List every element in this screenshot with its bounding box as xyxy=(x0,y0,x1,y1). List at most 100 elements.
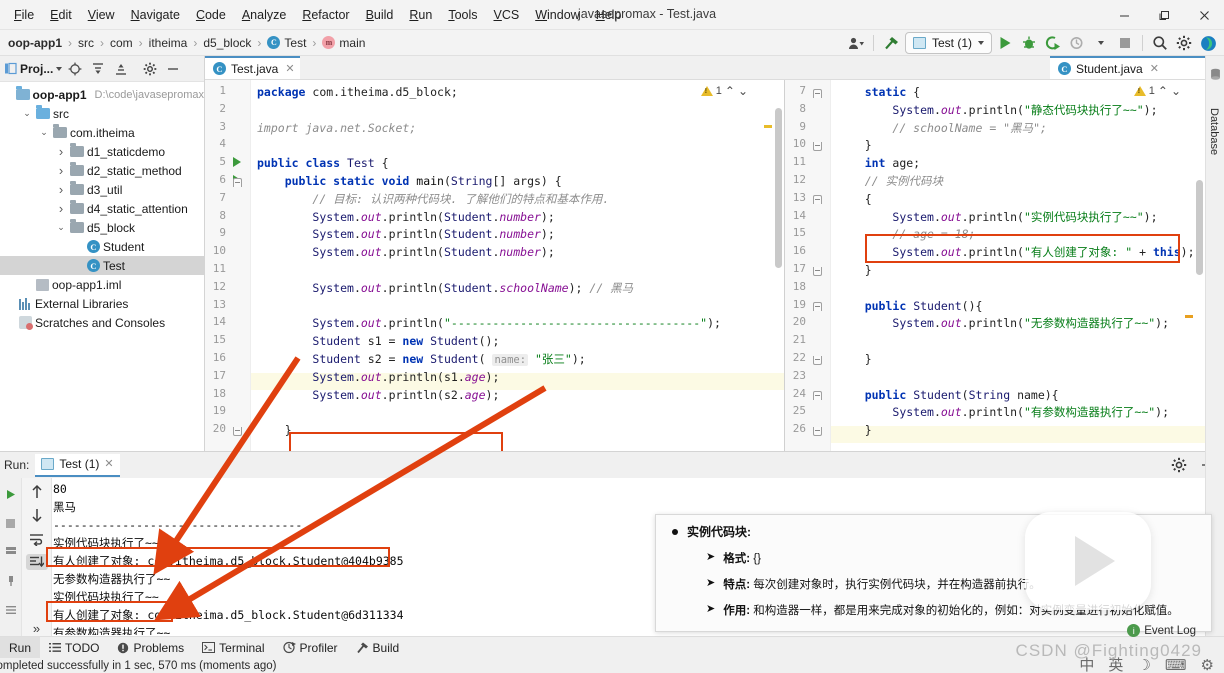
expand-all-icon[interactable] xyxy=(88,59,108,79)
inspection-widget-right[interactable]: 1 ⌃ ⌄ xyxy=(1133,84,1181,98)
close-button[interactable] xyxy=(1184,0,1224,30)
menu-item-vcs[interactable]: VCS xyxy=(486,4,528,26)
next-problem-icon[interactable]: ⌄ xyxy=(738,84,748,98)
chevron-right-icon[interactable]: › xyxy=(55,201,67,216)
run-gutter-icon[interactable] xyxy=(231,155,243,169)
tree-node-oop-app1-iml[interactable]: oop-app1.iml xyxy=(0,275,204,294)
bottom-tab-run[interactable]: Run xyxy=(0,636,41,659)
tree-node-student[interactable]: C Student xyxy=(0,237,204,256)
code-content-left[interactable]: package com.itheima.d5_block; import jav… xyxy=(257,84,721,440)
next-problem-icon-right[interactable]: ⌄ xyxy=(1171,84,1181,98)
gutter-right[interactable]: 7 8 9 10 11 12 13 14 15 16 17 18 19 20 21 22 23 24 25 26 xyxy=(785,80,831,451)
ime-item[interactable]: ⚙ xyxy=(1201,656,1214,673)
code-content-right[interactable]: static { System.out.println("静态代码块执行了~~"… xyxy=(837,84,1195,440)
ide-assistant-icon[interactable] xyxy=(1197,32,1220,54)
maximize-button[interactable] xyxy=(1144,0,1184,30)
menu-item-code[interactable]: Code xyxy=(188,4,234,26)
code-fold-icon[interactable] xyxy=(231,175,243,189)
menu-item-run[interactable]: Run xyxy=(401,4,440,26)
tree-node-external-libraries[interactable]: External Libraries xyxy=(0,294,204,313)
tree-node-d5-block[interactable]: ⌄ d5_block xyxy=(0,218,204,237)
console-settings-icon[interactable] xyxy=(0,600,22,620)
menu-item-navigate[interactable]: Navigate xyxy=(123,4,188,26)
chevron-right-icon[interactable]: › xyxy=(55,144,67,159)
tree-node-oop-app1[interactable]: oop-app1 D:\code\javasepromax xyxy=(0,85,204,104)
run-panel-gear-icon[interactable] xyxy=(1168,454,1190,476)
editor-pane-test-java[interactable]: 1 2 3 4 5 6 7 8 9 10 11 12 13 14 15 16 17 18 19 20 package … xyxy=(205,80,785,451)
chevron-right-icon[interactable]: › xyxy=(55,163,67,178)
chevron-down-icon[interactable]: ⌄ xyxy=(55,222,67,233)
run-configuration-selector[interactable]: Test (1) xyxy=(904,32,992,54)
code-fold-icon[interactable] xyxy=(811,86,823,100)
hide-panel-icon[interactable] xyxy=(163,59,183,79)
run-tab-test[interactable]: Test (1) ✕ xyxy=(35,453,120,477)
code-fold-icon[interactable] xyxy=(811,193,823,207)
video-play-overlay[interactable] xyxy=(1025,512,1151,610)
breadcrumb-item-test[interactable]: C Test xyxy=(263,34,310,52)
profile-dropdown-chevron-icon[interactable] xyxy=(1090,32,1112,54)
locate-icon[interactable] xyxy=(65,59,85,79)
menu-item-tools[interactable]: Tools xyxy=(440,4,485,26)
code-fold-icon[interactable] xyxy=(811,264,823,278)
down-arrow-icon[interactable] xyxy=(26,507,48,523)
tree-node-d4-static-attention[interactable]: › d4_static_attention xyxy=(0,199,204,218)
code-fold-icon[interactable] xyxy=(811,353,823,367)
breadcrumb-item-main[interactable]: m main xyxy=(318,34,369,52)
pin-icon[interactable] xyxy=(0,571,22,591)
bottom-tab-profiler[interactable]: Profiler xyxy=(274,637,347,659)
bottom-tab-problems[interactable]: Problems xyxy=(108,637,193,659)
editor-scrollbar-right[interactable] xyxy=(1196,180,1203,275)
code-fold-icon[interactable] xyxy=(811,139,823,153)
code-fold-icon[interactable] xyxy=(231,424,243,438)
tree-node-src[interactable]: ⌄ src xyxy=(0,104,204,123)
chevron-down-icon[interactable]: ⌄ xyxy=(38,127,50,138)
editor-pane-student-java[interactable]: 7 8 9 10 11 12 13 14 15 16 17 18 19 20 21 22 23 24 25 26 st… xyxy=(785,80,1205,451)
sidebar-item-database[interactable]: Database xyxy=(1208,108,1220,155)
breadcrumb-item-oop-app1[interactable]: oop-app1 xyxy=(4,34,66,52)
run-button[interactable] xyxy=(994,32,1016,54)
expand-more-icon[interactable]: » xyxy=(26,621,48,637)
chevron-right-icon[interactable]: › xyxy=(55,182,67,197)
bottom-tab-build[interactable]: Build xyxy=(347,637,409,659)
breadcrumb-item-itheima[interactable]: itheima xyxy=(145,34,192,52)
scroll-to-end-icon[interactable] xyxy=(25,553,48,570)
close-icon[interactable]: ✕ xyxy=(285,62,294,75)
warning-stripe-mark-right[interactable] xyxy=(1185,315,1193,318)
stop-button[interactable] xyxy=(1114,32,1136,54)
editor-tab-student-java[interactable]: C Student.java ✕ xyxy=(1050,56,1205,79)
bottom-tab-terminal[interactable]: Terminal xyxy=(193,637,273,659)
editor-tab-test-java[interactable]: C Test.java ✕ xyxy=(205,56,300,79)
collapse-all-icon[interactable] xyxy=(111,59,131,79)
menu-item-build[interactable]: Build xyxy=(358,4,402,26)
profile-icon[interactable] xyxy=(1066,32,1088,54)
rerun-icon[interactable] xyxy=(0,484,22,504)
event-log-button[interactable]: i Event Log xyxy=(1127,624,1196,637)
prev-problem-icon-right[interactable]: ⌃ xyxy=(1158,84,1168,98)
tree-node-d1-staticdemo[interactable]: › d1_staticdemo xyxy=(0,142,204,161)
breadcrumb-item-d5-block[interactable]: d5_block xyxy=(199,34,255,52)
thread-dump-icon[interactable] xyxy=(0,542,22,562)
tree-node-d2-static-method[interactable]: › d2_static_method xyxy=(0,161,204,180)
inspection-widget-left[interactable]: 1 ⌃ ⌄ xyxy=(700,84,748,98)
minimize-button[interactable] xyxy=(1104,0,1144,30)
project-panel-title-group[interactable]: Proj... xyxy=(4,62,63,76)
close-icon-run-tab[interactable]: ✕ xyxy=(104,457,113,470)
debug-icon[interactable] xyxy=(1018,32,1040,54)
tree-node-com-itheima[interactable]: ⌄ com.itheima xyxy=(0,123,204,142)
coverage-icon[interactable] xyxy=(1042,32,1064,54)
tree-node-scratches-and-consoles[interactable]: Scratches and Consoles xyxy=(0,313,204,332)
breadcrumb-item-com[interactable]: com xyxy=(106,34,137,52)
warning-stripe-mark[interactable] xyxy=(764,125,772,128)
gutter-left[interactable]: 1 2 3 4 5 6 7 8 9 10 11 12 13 14 15 16 17 18 19 20 xyxy=(205,80,251,451)
code-fold-icon[interactable] xyxy=(811,424,823,438)
close-icon-2[interactable]: ✕ xyxy=(1150,62,1159,75)
chevron-down-icon[interactable]: ⌄ xyxy=(21,108,33,119)
up-arrow-icon[interactable] xyxy=(26,484,48,500)
gear-icon[interactable] xyxy=(1173,32,1195,54)
soft-wrap-icon[interactable] xyxy=(26,530,48,546)
editor-scrollbar-left[interactable] xyxy=(775,108,782,268)
user-icon[interactable] xyxy=(845,32,867,54)
prev-problem-icon[interactable]: ⌃ xyxy=(725,84,735,98)
tree-node-d3-util[interactable]: › d3_util xyxy=(0,180,204,199)
code-fold-icon[interactable] xyxy=(811,389,823,403)
